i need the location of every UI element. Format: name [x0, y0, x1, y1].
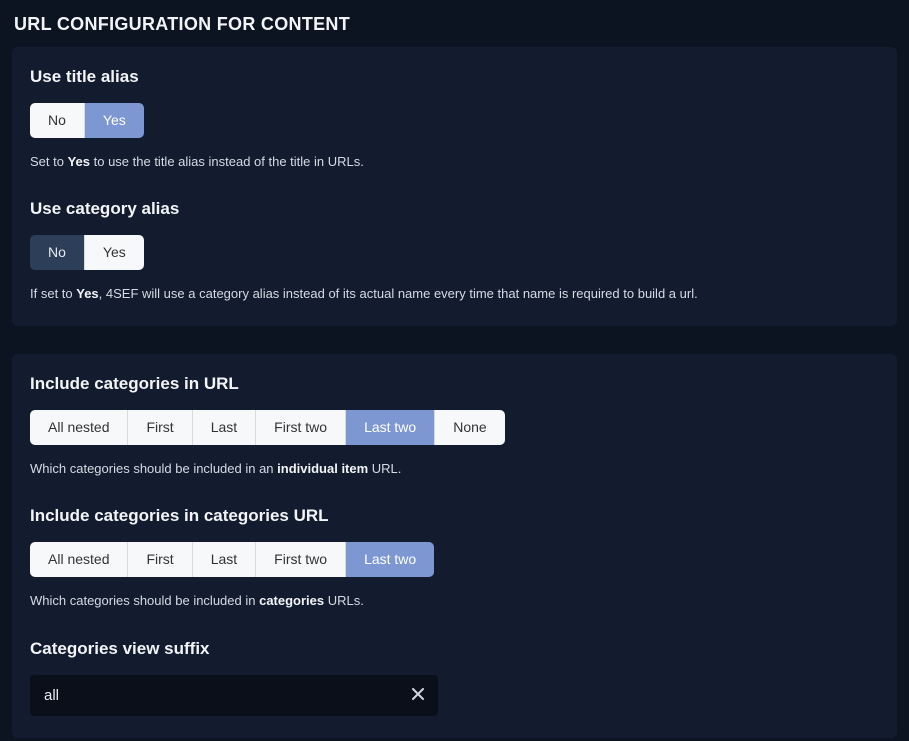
section-include-categories: Include categories in URL All nested Fir…	[30, 374, 879, 478]
clear-button[interactable]	[404, 681, 432, 709]
help-bold: Yes	[76, 286, 98, 301]
card-categories: Include categories in URL All nested Fir…	[12, 354, 897, 738]
section-use-title-alias: Use title alias No Yes Set to Yes to use…	[30, 67, 879, 171]
input-wrap	[30, 675, 438, 716]
section-title: Categories view suffix	[30, 639, 879, 659]
help-text: Which categories should be included in c…	[30, 591, 879, 611]
option-last-two[interactable]: Last two	[346, 542, 434, 577]
option-last[interactable]: Last	[193, 410, 256, 445]
option-yes[interactable]: Yes	[85, 103, 144, 138]
categories-suffix-input[interactable]	[30, 675, 438, 716]
help-pre: Which categories should be included in	[30, 593, 259, 608]
options-include-categories: All nested First Last First two Last two…	[30, 410, 505, 445]
help-text: Which categories should be included in a…	[30, 459, 879, 479]
help-text: If set to Yes, 4SEF will use a category …	[30, 284, 879, 304]
option-no[interactable]: No	[30, 235, 85, 270]
help-post: URL.	[368, 461, 401, 476]
options-include-categories-cat: All nested First Last First two Last two	[30, 542, 434, 577]
section-use-category-alias: Use category alias No Yes If set to Yes,…	[30, 199, 879, 303]
help-text: Set to Yes to use the title alias instea…	[30, 152, 879, 172]
section-include-categories-cat: Include categories in categories URL All…	[30, 506, 879, 610]
option-none[interactable]: None	[435, 410, 504, 445]
option-first-two[interactable]: First two	[256, 410, 346, 445]
close-icon	[412, 688, 424, 703]
help-pre: If set to	[30, 286, 76, 301]
option-first-two[interactable]: First two	[256, 542, 346, 577]
section-title: Use category alias	[30, 199, 879, 219]
section-title: Include categories in categories URL	[30, 506, 879, 526]
help-post: to use the title alias instead of the ti…	[90, 154, 364, 169]
option-first[interactable]: First	[128, 410, 192, 445]
option-first[interactable]: First	[128, 542, 192, 577]
toggle-use-category-alias: No Yes	[30, 235, 144, 270]
toggle-use-title-alias: No Yes	[30, 103, 144, 138]
help-pre: Set to	[30, 154, 68, 169]
help-pre: Which categories should be included in a…	[30, 461, 277, 476]
help-bold: Yes	[68, 154, 90, 169]
section-categories-suffix: Categories view suffix	[30, 639, 879, 716]
help-post: URLs.	[324, 593, 364, 608]
help-bold: categories	[259, 593, 324, 608]
section-title: Include categories in URL	[30, 374, 879, 394]
option-all-nested[interactable]: All nested	[30, 410, 128, 445]
help-bold: individual item	[277, 461, 368, 476]
page-title: URL CONFIGURATION FOR CONTENT	[14, 14, 897, 35]
option-all-nested[interactable]: All nested	[30, 542, 128, 577]
option-no[interactable]: No	[30, 103, 85, 138]
help-post: , 4SEF will use a category alias instead…	[99, 286, 698, 301]
section-title: Use title alias	[30, 67, 879, 87]
option-yes[interactable]: Yes	[85, 235, 144, 270]
card-aliases: Use title alias No Yes Set to Yes to use…	[12, 47, 897, 326]
option-last-two[interactable]: Last two	[346, 410, 435, 445]
option-last[interactable]: Last	[193, 542, 256, 577]
